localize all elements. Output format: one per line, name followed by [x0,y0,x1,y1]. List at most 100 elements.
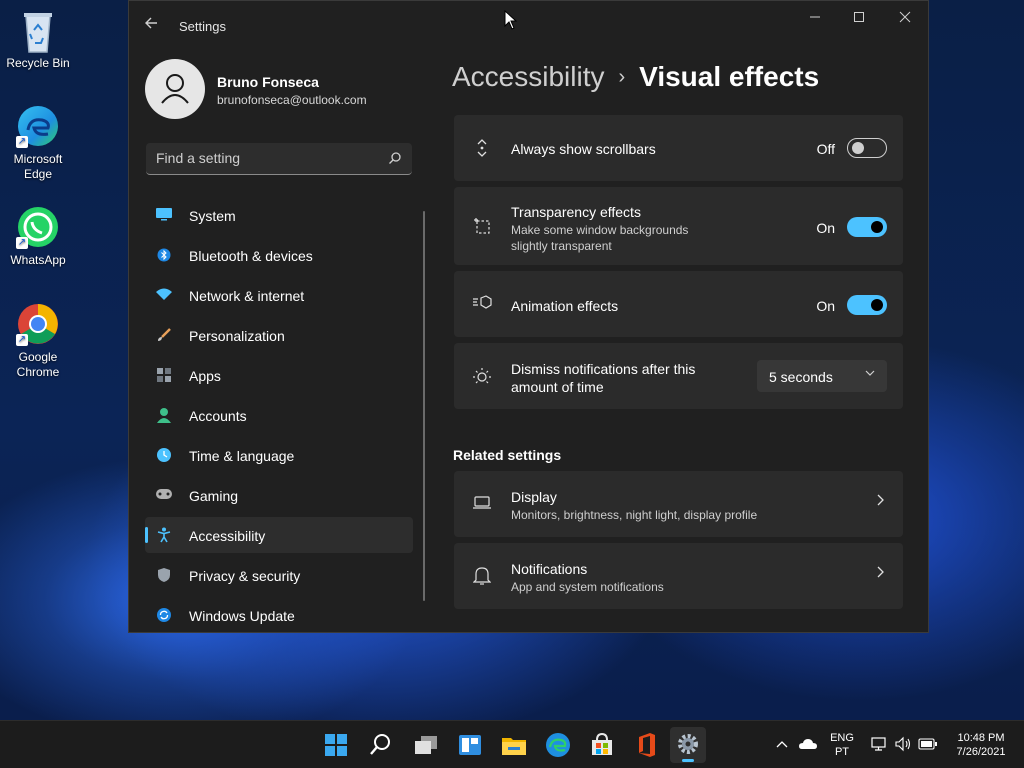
task-view-button[interactable] [408,727,444,763]
page-title: Visual effects [639,61,820,92]
setting-title: Always show scrollbars [511,141,656,157]
file-explorer-button[interactable] [496,727,532,763]
search-icon[interactable] [388,151,402,165]
sidebar-item-label: Accessibility [189,528,266,544]
onedrive-icon[interactable] [798,737,818,751]
sidebar-item-bluetooth-devices[interactable]: Bluetooth & devices [145,237,413,273]
desktop-icon-whatsapp[interactable]: ↗ WhatsApp [4,205,72,268]
store-button[interactable] [584,727,620,763]
start-icon [325,734,347,756]
network-icon[interactable] [870,736,888,752]
toggle-state-label: On [816,298,835,314]
toggle-state-label: Off [816,141,835,157]
desktop-icon-recycle-bin[interactable]: Recycle Bin [4,8,72,71]
bell-icon [472,566,492,586]
maximize-icon [854,12,864,22]
minimize-icon [810,16,820,18]
chevron-down-icon [865,368,875,381]
sidebar-item-gaming[interactable]: Gaming [145,477,413,513]
store-icon [592,732,612,755]
sidebar-item-network-internet[interactable]: Network & internet [145,277,413,313]
chevron-right-icon [875,493,885,512]
desktop-icon-label: WhatsApp [10,253,66,267]
keyboard-layout-label: PT [834,746,850,758]
start-button[interactable] [318,727,354,763]
input-language-indicator[interactable]: ENG PT [828,731,856,759]
bluetooth-icon [155,247,173,263]
scrollbars-toggle[interactable] [847,138,887,158]
widgets-button[interactable] [452,727,488,763]
file-explorer-icon [502,738,526,755]
time-language-icon [155,447,173,463]
desktop-icon-label: Recycle Bin [6,56,70,70]
sidebar-item-windows-update[interactable]: Windows Update [145,597,413,632]
sidebar-item-label: Privacy & security [189,568,301,584]
recycle-bin-icon [16,8,60,53]
accounts-icon [155,407,173,423]
related-notifications[interactable]: Notifications App and system notificatio… [454,543,903,609]
apps-icon [155,367,173,383]
battery-icon[interactable] [918,738,938,750]
chevron-up-icon[interactable] [776,739,788,749]
dropdown-selected-value: 5 seconds [769,369,833,385]
title-bar[interactable]: Settings [129,1,928,45]
clock[interactable]: 10:48 PM 7/26/2021 [946,731,1016,759]
search-icon [370,734,390,755]
user-name: Bruno Fonseca [217,74,319,90]
clock-date: 7/26/2021 [956,746,1006,758]
widgets-icon [459,735,481,755]
office-button[interactable] [628,727,664,763]
sidebar-item-accounts[interactable]: Accounts [145,397,413,433]
clock-time: 10:48 PM [957,732,1005,744]
language-label: ENG [830,732,854,744]
setting-title: Notifications [511,561,588,577]
dismiss-duration-dropdown[interactable]: 5 seconds [757,360,887,392]
desktop-icon-edge[interactable]: ↗ Microsoft Edge [4,104,72,182]
setting-always-show-scrollbars: Always show scrollbars Off [454,115,903,181]
setting-animation-effects: Animation effects On [454,271,903,337]
breadcrumb-parent[interactable]: Accessibility [452,61,604,92]
setting-dismiss-notifications: Dismiss notifications after this amount … [454,343,903,409]
sidebar-item-personalization[interactable]: Personalization [145,317,413,353]
related-display[interactable]: Display Monitors, brightness, night ligh… [454,471,903,537]
transparency-icon [472,216,492,236]
edge-taskbar-button[interactable] [540,727,576,763]
sidebar-item-privacy-security[interactable]: Privacy & security [145,557,413,593]
minimize-button[interactable] [792,9,838,29]
animation-icon [472,294,492,314]
sidebar-item-label: Time & language [189,448,295,464]
laptop-icon [472,495,492,515]
window-title: Settings [179,19,226,34]
sidebar-item-time-language[interactable]: Time & language [145,437,413,473]
user-profile[interactable]: Bruno Fonseca brunofonseca@outlook.com [145,59,415,123]
privacy-icon [155,567,173,583]
taskbar-search-button[interactable] [362,727,398,763]
scrollbar-icon [472,138,492,158]
search-input[interactable] [146,143,376,173]
back-button[interactable] [143,15,163,35]
animation-toggle[interactable] [847,295,887,315]
chevron-right-icon [875,565,885,584]
setting-description: Make some window backgrounds slightly tr… [511,223,689,253]
close-icon [899,11,911,23]
settings-search-box[interactable] [146,143,412,175]
taskbar: ENG PT 10:48 PM 7/26/2021 [0,720,1024,768]
sidebar-item-label: Bluetooth & devices [189,248,313,264]
accessibility-icon [155,527,173,543]
setting-transparency-effects: Transparency effects Make some window ba… [454,187,903,265]
sidebar-item-label: Personalization [189,328,285,344]
brightness-icon [472,366,492,386]
desktop-icon-label: Microsoft Edge [13,152,63,181]
sidebar-scrollbar[interactable] [423,211,425,601]
maximize-button[interactable] [836,9,882,29]
settings-taskbar-button[interactable] [670,727,706,763]
sidebar-item-apps[interactable]: Apps [145,357,413,393]
transparency-toggle[interactable] [847,217,887,237]
close-button[interactable] [882,9,928,29]
whatsapp-icon: ↗ [16,205,60,249]
volume-icon[interactable] [894,736,912,752]
desktop-icon-chrome[interactable]: ↗ Google Chrome [4,302,72,380]
sidebar-item-system[interactable]: System [145,197,413,233]
chevron-right-icon: › [618,66,626,88]
sidebar-item-accessibility[interactable]: Accessibility [145,517,413,553]
